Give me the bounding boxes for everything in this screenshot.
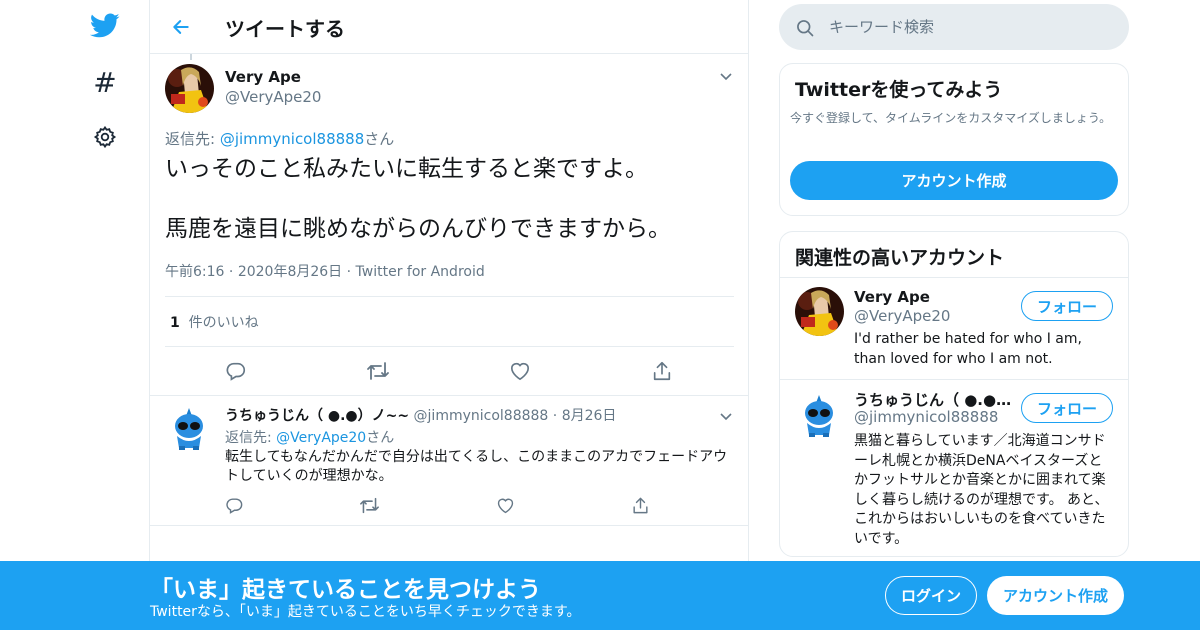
reply-to-prefix: 返信先: bbox=[165, 130, 220, 148]
share-icon[interactable] bbox=[650, 359, 674, 383]
account-name[interactable]: うちゅうじん（ ●.●）ノ~~ bbox=[854, 389, 1014, 410]
page-header: ツイートする bbox=[150, 0, 748, 54]
separator-dot: · bbox=[552, 408, 558, 424]
banner-subtext: Twitterなら、「いま」起きていることをいち早くチェックできます。 bbox=[150, 604, 581, 620]
tweet-source: Twitter for Android bbox=[355, 264, 485, 280]
signup-banner: 「いま」起きていることを見つけよう Twitterなら、「いま」起きていることを… bbox=[0, 561, 1200, 630]
author-handle[interactable]: @VeryApe20 bbox=[225, 88, 321, 106]
banner-headline: 「いま」起きていることを見つけよう bbox=[150, 577, 541, 603]
reply-tweet[interactable]: うちゅうじん（ ●.●）ノ~~ @jimmynicol88888 · 8月26日… bbox=[150, 396, 748, 526]
reply-to-link[interactable]: @VeryApe20 bbox=[276, 430, 366, 446]
chevron-down-icon[interactable] bbox=[718, 408, 734, 424]
create-account-button[interactable]: アカウント作成 bbox=[790, 161, 1118, 200]
reply-to-line: 返信先: @jimmynicol88888さん bbox=[165, 128, 394, 149]
author-handle[interactable]: @jimmynicol88888 bbox=[414, 408, 549, 424]
separator-dot: · bbox=[228, 264, 234, 280]
tweet-text-line: 馬鹿を遠目に眺めながらのんびりできますから。 bbox=[165, 216, 671, 242]
divider bbox=[165, 346, 734, 347]
signup-card-title: Twitterを使ってみよう bbox=[795, 79, 1003, 101]
create-account-button[interactable]: アカウント作成 bbox=[987, 576, 1124, 615]
settings-gear-icon[interactable] bbox=[89, 121, 121, 153]
twitter-bird-icon[interactable] bbox=[89, 10, 121, 42]
separator-dot: · bbox=[346, 264, 352, 280]
author-name[interactable]: うちゅうじん（ ●.●）ノ~~ bbox=[225, 408, 409, 424]
page-title: ツイートする bbox=[225, 17, 345, 41]
avatar[interactable] bbox=[165, 64, 214, 113]
reply-icon[interactable] bbox=[222, 493, 246, 517]
left-navigation: # bbox=[0, 0, 150, 630]
account-bio: I'd rather be hated for who I am, than l… bbox=[854, 331, 1082, 367]
follow-button[interactable]: フォロー bbox=[1021, 393, 1113, 423]
tweet-text-line: いっそのこと私みたいに転生すると楽ですよ。 bbox=[165, 156, 648, 182]
reply-to-suffix: さん bbox=[364, 130, 395, 148]
likes-count: 1 bbox=[170, 315, 180, 331]
avatar[interactable] bbox=[165, 404, 214, 453]
likes-label: 件のいいね bbox=[188, 315, 259, 331]
avatar[interactable] bbox=[795, 391, 844, 440]
reply-to-link[interactable]: @jimmynicol88888 bbox=[220, 130, 364, 148]
hashtag-icon[interactable]: # bbox=[89, 66, 121, 99]
reply-to-line: 返信先: @VeryApe20さん bbox=[225, 427, 394, 447]
reply-header: うちゅうじん（ ●.●）ノ~~ @jimmynicol88888 · 8月26日 bbox=[225, 405, 616, 425]
account-item[interactable]: うちゅうじん（ ●.●）ノ~~ @jimmynicol88888 フォロー 黒猫… bbox=[780, 379, 1128, 556]
reply-icon[interactable] bbox=[224, 359, 248, 383]
tweet-time[interactable]: 午前6:16 bbox=[165, 264, 224, 280]
retweet-icon[interactable] bbox=[357, 493, 381, 517]
reply-to-prefix: 返信先: bbox=[225, 430, 277, 446]
follow-button[interactable]: フォロー bbox=[1021, 291, 1113, 321]
avatar[interactable] bbox=[795, 287, 844, 336]
tweet-metadata: 午前6:16 · 2020年8月26日 · Twitter for Androi… bbox=[165, 261, 485, 281]
account-bio: 黒猫と暮らしています／北海道コンサドーレ札幌とか横浜DeNAベイスターズとかフッ… bbox=[854, 433, 1109, 547]
tweet-date[interactable]: 8月26日 bbox=[562, 408, 617, 424]
search-icon bbox=[795, 18, 815, 38]
back-arrow-icon[interactable] bbox=[168, 14, 194, 40]
reply-to-suffix: さん bbox=[366, 430, 395, 446]
tweet-date[interactable]: 2020年8月26日 bbox=[238, 264, 342, 280]
account-item[interactable]: Very Ape @VeryApe20 フォロー I'd rather be h… bbox=[780, 277, 1128, 379]
tweet-text: 転生してもなんだかんだで自分は出てくるし、このままこのアカでフェードアウトしてい… bbox=[225, 449, 728, 484]
account-handle[interactable]: @jimmynicol88888 bbox=[854, 408, 998, 426]
search-input[interactable] bbox=[829, 14, 1109, 40]
tweet-text: いっそのこと私みたいに転生すると楽ですよ。 馬鹿を遠目に眺めながらのんびりできま… bbox=[165, 154, 735, 244]
divider bbox=[165, 296, 734, 297]
chevron-down-icon[interactable] bbox=[718, 68, 734, 84]
related-accounts-title: 関連性の高いアカウント bbox=[795, 247, 1005, 269]
search-box bbox=[779, 4, 1129, 50]
account-handle[interactable]: @VeryApe20 bbox=[854, 307, 950, 325]
signup-card: Twitterを使ってみよう 今すぐ登録して、タイムラインをカスタマイズしましょ… bbox=[779, 63, 1129, 216]
focal-tweet: Very Ape @VeryApe20 返信先: @jimmynicol8888… bbox=[150, 54, 748, 396]
related-accounts-card: 関連性の高いアカウント Very Ape @VeryApe20 フォロー I'd… bbox=[779, 231, 1129, 557]
author-name[interactable]: Very Ape bbox=[225, 68, 301, 86]
login-button[interactable]: ログイン bbox=[885, 576, 977, 615]
share-icon[interactable] bbox=[628, 493, 652, 517]
like-heart-icon[interactable] bbox=[508, 359, 532, 383]
signup-card-description: 今すぐ登録して、タイムラインをカスタマイズしましょう。 bbox=[790, 111, 1112, 125]
account-name[interactable]: Very Ape bbox=[854, 288, 1014, 306]
main-column: ツイートする Very Ape @VeryApe20 返信先: @jimmyni… bbox=[149, 0, 749, 630]
retweet-icon[interactable] bbox=[366, 359, 390, 383]
like-heart-icon[interactable] bbox=[493, 493, 517, 517]
likes-count-link[interactable]: 1 件のいいね bbox=[170, 312, 259, 332]
